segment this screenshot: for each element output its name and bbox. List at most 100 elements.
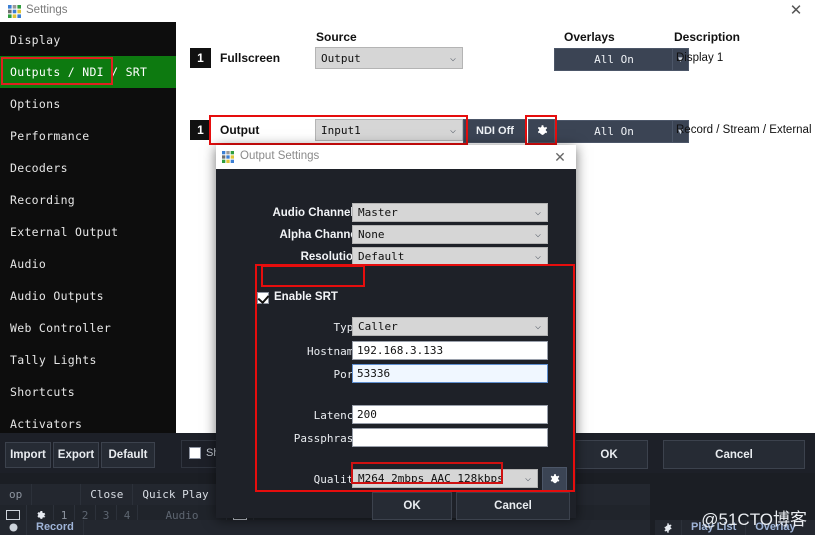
chevron-down-icon: ⌵ (529, 207, 547, 218)
srt-hostname-label: Hostname (256, 345, 360, 358)
settings-window-title: Settings (26, 4, 68, 16)
alpha-channel-select[interactable]: None ⌵ (352, 225, 548, 244)
sidebar-item-display[interactable]: Display (0, 24, 176, 56)
gear-icon-right[interactable] (655, 520, 682, 535)
default-button[interactable]: Default (101, 442, 155, 468)
row-number-fullscreen: 1 (190, 48, 211, 68)
sidebar-item-external-output[interactable]: External Output (0, 216, 176, 248)
quality-settings-gear-button[interactable] (542, 467, 567, 492)
column-header-overlays: Overlays (564, 30, 615, 44)
sidebar-item-label: Activators (10, 417, 82, 431)
export-button[interactable]: Export (53, 442, 99, 468)
resolution-select[interactable]: Default ⌵ (352, 247, 548, 266)
chevron-down-icon: ⌵ (444, 125, 462, 136)
record-icon[interactable] (0, 520, 27, 535)
taskbar-button-record[interactable]: Record (27, 520, 84, 535)
sidebar-item-label: Shortcuts (10, 385, 75, 399)
sidebar-item-recording[interactable]: Recording (0, 184, 176, 216)
output-settings-dialog: Output Settings ✕ Audio Channels Master … (216, 145, 576, 518)
srt-port-input[interactable]: 53336 (352, 364, 548, 383)
taskbar-button-quick-play[interactable]: Quick Play (133, 484, 218, 505)
dialog-body: Audio Channels Master ⌵ Alpha Channel No… (216, 169, 576, 494)
sidebar-item-options[interactable]: Options (0, 88, 176, 120)
description-fullscreen: Display 1 (676, 52, 723, 64)
overlays-button-output[interactable]: All On (554, 120, 674, 143)
srt-latency-input[interactable]: 200 (352, 405, 548, 424)
sidebar-item-outputs-ndi-srt[interactable]: Outputs / NDI / SRT (0, 56, 176, 88)
chevron-down-icon: ⌵ (519, 473, 537, 484)
taskbar-button-close[interactable]: Close (81, 484, 133, 505)
chevron-down-icon: ⌵ (529, 321, 547, 332)
column-header-source: Source (316, 30, 357, 44)
sidebar-item-label: Audio (10, 257, 46, 271)
sidebar-item-web-controller[interactable]: Web Controller (0, 312, 176, 344)
srt-type-value: Caller (353, 320, 529, 333)
settings-titlebar: Settings ✕ (0, 0, 815, 23)
sidebar-item-label: Performance (10, 129, 89, 143)
audio-channels-select[interactable]: Master ⌵ (352, 203, 548, 222)
app-logo-icon (8, 5, 21, 18)
sidebar-item-label: Decoders (10, 161, 68, 175)
dialog-title: Output Settings (240, 150, 319, 162)
sidebar-item-tally-lights[interactable]: Tally Lights (0, 344, 176, 376)
source-select-value: Input1 (316, 124, 444, 137)
enable-srt-checkbox[interactable] (257, 292, 269, 304)
taskbar-spacer-1 (32, 484, 81, 505)
sidebar-item-label: Recording (10, 193, 75, 207)
chevron-down-icon: ⌵ (529, 251, 547, 262)
close-icon[interactable]: ✕ (785, 2, 807, 20)
ndi-toggle-button[interactable]: NDI Off (463, 119, 527, 143)
row-number-output: 1 (190, 120, 211, 140)
sidebar-item-label: External Output (10, 225, 118, 239)
sidebar-item-label: Display (10, 33, 61, 47)
srt-passphrase-label: Passphrase (256, 432, 360, 445)
srt-latency-label: Latency (256, 409, 360, 422)
settings-footer-left: Import Export Default (0, 433, 176, 473)
source-select-output[interactable]: Input1 ⌵ (315, 119, 463, 141)
sidebar-item-label: Web Controller (10, 321, 111, 335)
row-label-output: Output (220, 123, 259, 137)
taskbar-button-op[interactable]: op (0, 484, 32, 505)
srt-quality-label: Quality (256, 473, 360, 486)
source-select-value: Output (316, 52, 444, 65)
alpha-channel-label: Alpha Channel (256, 229, 360, 241)
audio-channels-value: Master (353, 206, 529, 219)
srt-port-label: Port (256, 368, 360, 381)
settings-ok-button[interactable]: OK (570, 440, 648, 469)
settings-cancel-button[interactable]: Cancel (663, 440, 805, 469)
srt-type-select[interactable]: Caller ⌵ (352, 317, 548, 336)
sidebar-item-audio[interactable]: Audio (0, 248, 176, 280)
show-checkbox[interactable] (189, 447, 201, 459)
import-button[interactable]: Import (5, 442, 51, 468)
srt-passphrase-input[interactable] (352, 428, 548, 447)
sidebar-item-audio-outputs[interactable]: Audio Outputs (0, 280, 176, 312)
source-select-fullscreen[interactable]: Output ⌵ (315, 47, 463, 69)
dialog-titlebar: Output Settings ✕ (216, 145, 576, 169)
chevron-down-icon: ⌵ (529, 229, 547, 240)
dialog-cancel-button[interactable]: Cancel (456, 492, 570, 520)
resolution-value: Default (353, 250, 529, 263)
srt-quality-select[interactable]: M264 2mbps AAC 128kbps ⌵ (352, 469, 538, 488)
watermark: @51CTO博客 (701, 505, 807, 530)
overlays-button-fullscreen[interactable]: All On (554, 48, 674, 71)
row-label-fullscreen: Fullscreen (220, 51, 280, 65)
app-logo-icon-dialog (222, 151, 234, 163)
description-output: Record / Stream / External (676, 124, 812, 136)
sidebar-item-performance[interactable]: Performance (0, 120, 176, 152)
alpha-channel-value: None (353, 228, 529, 241)
srt-quality-value: M264 2mbps AAC 128kbps (353, 472, 519, 485)
dialog-ok-button[interactable]: OK (372, 492, 452, 520)
sidebar-item-shortcuts[interactable]: Shortcuts (0, 376, 176, 408)
dialog-close-icon[interactable]: ✕ (550, 148, 570, 166)
taskbar-row-bottom: Record (0, 520, 650, 535)
chevron-down-icon: ⌵ (444, 53, 462, 64)
annotation-box-sidebar (1, 57, 113, 85)
column-header-description: Description (674, 30, 740, 44)
output-settings-gear-button[interactable] (528, 119, 556, 143)
sidebar-item-decoders[interactable]: Decoders (0, 152, 176, 184)
audio-channels-label: Audio Channels (256, 207, 360, 219)
settings-sidebar: Display Outputs / NDI / SRT Options Perf… (0, 22, 176, 433)
srt-hostname-input[interactable]: 192.168.3.133 (352, 341, 548, 360)
enable-srt-label: Enable SRT (274, 291, 338, 303)
srt-type-label: Type (256, 321, 360, 334)
